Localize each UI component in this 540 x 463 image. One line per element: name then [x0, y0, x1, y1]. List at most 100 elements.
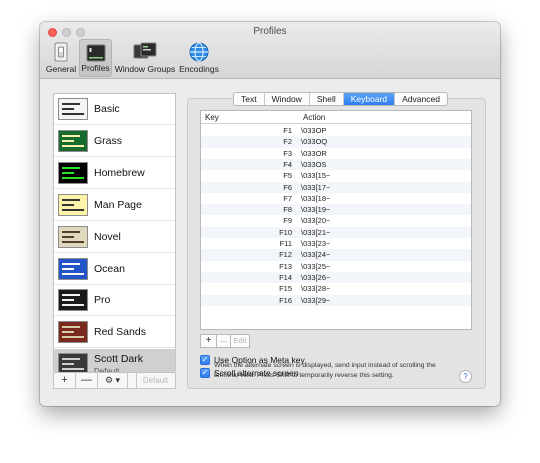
- key-cell: F8: [283, 205, 292, 215]
- key-cell: F11: [279, 239, 292, 248]
- key-cell: F2: [283, 137, 292, 147]
- light-switch-icon: [54, 42, 68, 62]
- meta-key-checkbox[interactable]: ✓: [200, 355, 210, 365]
- profile-name: Homebrew: [94, 166, 145, 179]
- key-cell: F10: [279, 227, 292, 237]
- tab-text[interactable]: Text: [234, 93, 265, 105]
- key-cell: F14: [279, 272, 292, 282]
- help-button[interactable]: ?: [459, 370, 472, 383]
- table-row[interactable]: F8 \033[19~: [201, 204, 471, 216]
- profile-name: Scott Dark: [94, 353, 144, 366]
- table-row[interactable]: F16 \033[29~: [201, 294, 471, 306]
- table-header: Key Action: [201, 111, 471, 124]
- profile-item[interactable]: Ocean: [54, 254, 175, 285]
- profile-item[interactable]: Red Sands: [54, 317, 175, 349]
- table-row[interactable]: F11 \033[23~: [201, 238, 471, 249]
- remove-profile-button[interactable]: —: [76, 373, 98, 388]
- toolbar-encodings[interactable]: Encodings: [178, 39, 220, 77]
- action-cell: \033[26~: [301, 272, 331, 282]
- action-cell: \033[17~: [301, 182, 331, 192]
- action-cell: \033[25~: [301, 261, 331, 271]
- profile-item[interactable]: Homebrew: [54, 158, 175, 189]
- tab-advanced[interactable]: Advanced: [395, 93, 447, 105]
- titlebar: Profiles General Profiles Window Groups …: [40, 22, 500, 79]
- key-cell: F7: [283, 193, 292, 203]
- edit-key-button[interactable]: Edit: [230, 334, 250, 348]
- gear-menu-button[interactable]: ⚙ ▾: [98, 373, 128, 388]
- table-row[interactable]: F4 \033OS: [201, 158, 471, 171]
- toolbar-encodings-label: Encodings: [179, 64, 219, 74]
- action-cell: \033[21~: [301, 227, 331, 237]
- remove-key-button[interactable]: —: [216, 334, 231, 348]
- action-cell: \033[28~: [301, 284, 331, 294]
- table-row[interactable]: F6 \033[17~: [201, 181, 471, 193]
- key-cell: F5: [283, 171, 292, 181]
- toolbar-general[interactable]: General: [44, 39, 78, 77]
- profile-name: Basic: [94, 103, 120, 115]
- window-title: Profiles: [253, 26, 287, 37]
- key-mapping-table[interactable]: Key Action F1 \033OP F2 \033OQ F3 \033OR F4 \03…: [200, 110, 472, 330]
- profile-item[interactable]: Novel: [54, 222, 175, 253]
- toolbar-window-groups-label: Window Groups: [114, 64, 176, 74]
- profile-name: Man Page: [94, 198, 142, 211]
- scroll-alt-checkbox[interactable]: ✓: [200, 368, 210, 378]
- tab-shell[interactable]: Shell: [310, 93, 344, 105]
- key-cell: F3: [283, 148, 292, 158]
- add-profile-button[interactable]: +: [54, 373, 76, 388]
- profile-thumbnail: [58, 98, 88, 120]
- table-row[interactable]: F12 \033[24~: [201, 249, 471, 261]
- tab-keyboard[interactable]: Keyboard: [343, 93, 396, 105]
- add-key-button[interactable]: +: [200, 334, 217, 348]
- profile-item[interactable]: Man Page: [54, 190, 175, 221]
- toolbar-profiles[interactable]: Profiles: [79, 39, 112, 77]
- profile-name: Ocean: [94, 262, 125, 275]
- table-row[interactable]: F1 \033OP: [201, 125, 471, 136]
- profile-name: Pro: [94, 294, 111, 307]
- action-cell: \033[18~: [301, 193, 331, 203]
- action-cell: \033[29~: [301, 295, 331, 305]
- action-cell: \033[23~: [301, 239, 331, 248]
- profile-thumbnail: [58, 225, 88, 248]
- table-row[interactable]: F5 \033[15~: [201, 170, 471, 181]
- table-row[interactable]: F10 \033[21~: [201, 226, 471, 238]
- toolbar-window-groups[interactable]: Window Groups: [113, 39, 177, 77]
- tab-window[interactable]: Window: [265, 93, 310, 105]
- table-row[interactable]: F15 \033[28~: [201, 283, 471, 294]
- table-row[interactable]: F2 \033OQ: [201, 136, 471, 148]
- terminal-icon: [86, 44, 105, 62]
- profile-thumbnail: [58, 289, 88, 312]
- profile-item[interactable]: Basic: [54, 94, 175, 125]
- profile-thumbnail: [58, 193, 88, 216]
- table-row[interactable]: F7 \033[18~: [201, 193, 471, 204]
- scroll-alt-hint: When the alternate screen is displayed, …: [214, 362, 436, 379]
- preferences-window: Profiles General Profiles Window Groups …: [40, 22, 500, 406]
- table-row[interactable]: F13 \033[25~: [201, 261, 471, 272]
- action-cell: \033[20~: [301, 216, 331, 226]
- table-row[interactable]: F3 \033OR: [201, 148, 471, 159]
- toolbar-profiles-label: Profiles: [81, 63, 110, 73]
- default-button[interactable]: Default: [136, 373, 174, 388]
- action-cell: \033OS: [301, 159, 327, 169]
- window-groups-icon: [133, 42, 157, 59]
- profile-thumbnail: [58, 129, 88, 152]
- action-cell: \033[24~: [301, 250, 331, 260]
- profile-name: Red Sands: [94, 326, 146, 339]
- profile-item[interactable]: Pro: [54, 285, 175, 317]
- profile-name: Novel: [94, 230, 121, 243]
- settings-tabs: Text Window Shell Keyboard Advanced: [233, 92, 448, 106]
- key-cell: F4: [283, 159, 292, 169]
- profile-item[interactable]: Grass: [54, 126, 175, 157]
- key-cell: F16: [279, 295, 292, 305]
- profile-thumbnail: [58, 321, 88, 344]
- key-table-toolbar: + — Edit: [200, 334, 250, 348]
- column-header-action[interactable]: Action: [303, 113, 325, 122]
- action-cell: \033OQ: [301, 137, 328, 147]
- table-row[interactable]: F14 \033[26~: [201, 271, 471, 284]
- column-header-key[interactable]: Key: [205, 113, 219, 122]
- profile-list[interactable]: Basic Grass Homebrew Man Page Novel Ocean Pro R…: [53, 93, 176, 382]
- globe-icon: [189, 42, 209, 62]
- action-cell: \033[15~: [301, 171, 331, 181]
- action-cell: \033OR: [301, 148, 327, 158]
- table-row[interactable]: F9 \033[20~: [201, 215, 471, 226]
- key-cell: F15: [279, 284, 292, 294]
